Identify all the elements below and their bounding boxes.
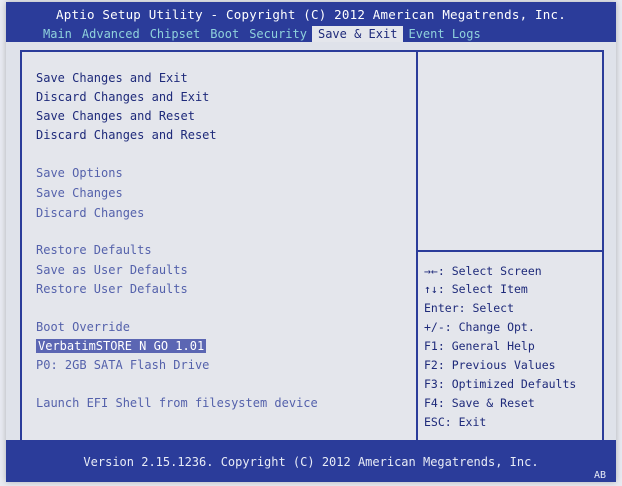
help-select-item: ↑↓: Select Item (424, 282, 528, 296)
footer-bar: Version 2.15.1236. Copyright (C) 2012 Am… (6, 440, 616, 482)
version-text: Version 2.15.1236. Copyright (C) 2012 Am… (83, 455, 539, 469)
menu-save-changes-and-exit[interactable]: Save Changes and Exit (36, 70, 188, 86)
tab-save-exit[interactable]: Save & Exit (311, 26, 404, 42)
menu-discard-changes-and-exit[interactable]: Discard Changes and Exit (36, 89, 209, 105)
boot-device-label: VerbatimSTORE N GO 1.01 (36, 339, 207, 353)
menu-launch-efi-shell[interactable]: Launch EFI Shell from filesystem device (36, 395, 318, 411)
utility-title: Aptio Setup Utility - Copyright (C) 2012… (56, 7, 566, 22)
tab-boot[interactable]: Boot (205, 26, 244, 42)
boot-device-verbatim[interactable]: VerbatimSTORE N GO 1.01 (36, 338, 207, 354)
tab-advanced[interactable]: Advanced (77, 26, 145, 42)
menu-discard-changes[interactable]: Discard Changes (36, 205, 144, 221)
tab-main[interactable]: Main (38, 26, 77, 42)
tab-event-logs[interactable]: Event Logs (403, 26, 485, 42)
menu-discard-changes-and-reset[interactable]: Discard Changes and Reset (36, 127, 217, 143)
menu-save-changes-and-reset[interactable]: Save Changes and Reset (36, 108, 195, 124)
main-panel: Save Changes and Exit Discard Changes an… (20, 50, 604, 442)
help-esc: ESC: Exit (424, 415, 487, 429)
menu-restore-user-defaults[interactable]: Restore User Defaults (36, 281, 188, 297)
tab-bar: Main Advanced Chipset Boot Security Save… (38, 26, 486, 42)
help-f3: F3: Optimized Defaults (424, 377, 577, 391)
help-f1: F1: General Help (424, 339, 535, 353)
panel-divider-horizontal (418, 250, 602, 252)
header-bar: Aptio Setup Utility - Copyright (C) 2012… (6, 2, 616, 42)
menu-save-as-user-defaults[interactable]: Save as User Defaults (36, 262, 188, 278)
help-select-screen: →←: Select Screen (424, 264, 542, 278)
bios-screen: Aptio Setup Utility - Copyright (C) 2012… (6, 2, 616, 482)
panel-divider-vertical (416, 52, 418, 440)
menu-restore-defaults[interactable]: Restore Defaults (36, 242, 152, 258)
corner-text: AB (593, 470, 606, 481)
help-f2: F2: Previous Values (424, 358, 556, 372)
menu-save-changes[interactable]: Save Changes (36, 185, 123, 201)
tab-security[interactable]: Security (244, 26, 312, 42)
help-enter-select: Enter: Select (424, 301, 515, 315)
tab-chipset[interactable]: Chipset (145, 26, 206, 42)
help-f4: F4: Save & Reset (424, 396, 535, 410)
boot-device-sata-flash[interactable]: P0: 2GB SATA Flash Drive (36, 357, 209, 373)
section-save-options: Save Options (36, 166, 123, 180)
section-boot-override: Boot Override (36, 320, 130, 334)
help-change-opt: +/-: Change Opt. (424, 320, 535, 334)
